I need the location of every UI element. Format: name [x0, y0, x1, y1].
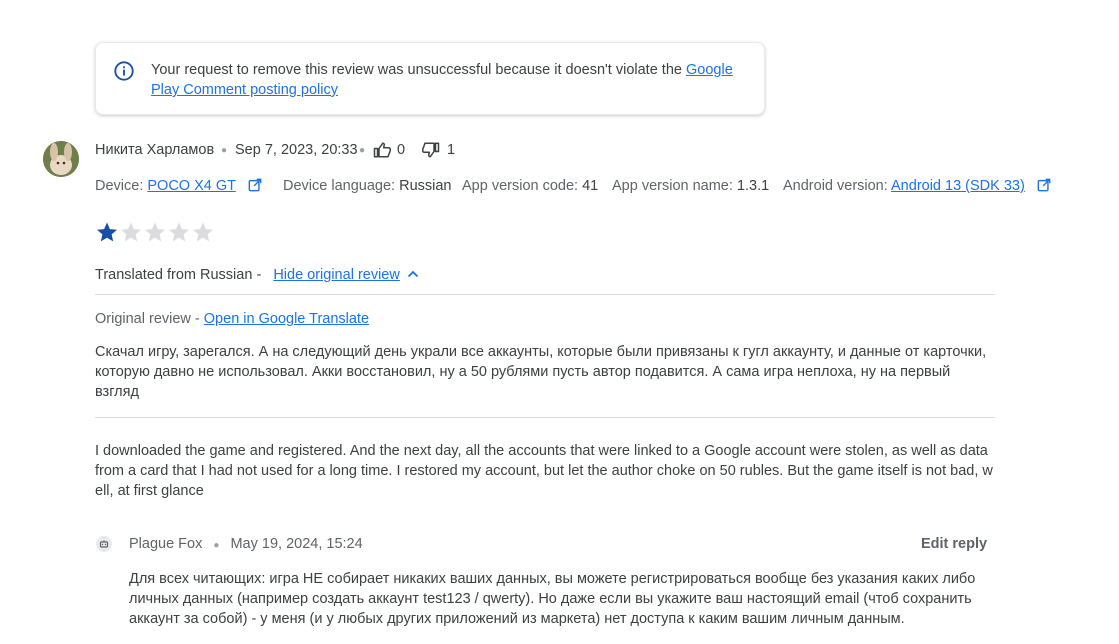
app-version-code: App version code: 41: [462, 177, 598, 195]
open-translate-link[interactable]: Open in Google Translate: [204, 311, 369, 327]
developer-icon: [96, 536, 112, 552]
android-version-link[interactable]: Android 13 (SDK 33): [891, 178, 1025, 194]
review-date: Sep 7, 2023, 20:33: [235, 142, 358, 158]
open-external-icon[interactable]: [248, 178, 262, 192]
app-version-code-value: 41: [582, 178, 599, 194]
reply-text: Для всех читающих: игра НЕ собирает ника…: [129, 571, 976, 627]
avatar: [43, 141, 79, 177]
edit-reply-button[interactable]: Edit reply: [921, 535, 987, 553]
star-empty-icon: [121, 222, 141, 242]
separator-dot: ●: [213, 540, 220, 551]
translation-row: Translated from Russian - Hide original …: [95, 266, 419, 284]
thumbs-down-icon[interactable]: [422, 141, 440, 159]
device-link[interactable]: POCO X4 GT: [147, 178, 235, 194]
chevron-up-icon[interactable]: [407, 268, 419, 280]
original-review-text: Скачал игру, зарегался. А на следующий д…: [95, 344, 987, 400]
original-review-label: Original review -: [95, 311, 200, 327]
thumbs-down-count: 1: [447, 142, 456, 158]
star-empty-icon: [193, 222, 213, 242]
notice-text: Your request to remove this review was u…: [151, 62, 686, 78]
device-label: Device:: [95, 178, 144, 194]
notice-card: Your request to remove this review was u…: [95, 42, 765, 115]
translated-review-text: I downloaded the game and registered. An…: [95, 443, 993, 499]
app-version-name: App version name: 1.3.1: [612, 177, 769, 195]
android-version-label: Android version:: [783, 178, 888, 194]
thumbs-up-icon[interactable]: [373, 141, 391, 159]
separator-dot: ●: [359, 145, 366, 156]
device-language: Device language: Russian: [283, 177, 451, 195]
device-language-label: Device language:: [283, 178, 396, 194]
app-version-code-label: App version code:: [462, 178, 579, 194]
notice-message: Your request to remove this review was u…: [151, 60, 751, 100]
info-icon: [114, 61, 134, 81]
star-rating: [95, 220, 215, 249]
reply-author: Plague Fox: [129, 536, 203, 552]
hide-original-link[interactable]: Hide original review: [273, 267, 400, 283]
thumbs-up-count: 0: [397, 142, 406, 158]
open-external-icon[interactable]: [1037, 178, 1051, 192]
star-empty-icon: [169, 222, 189, 242]
star-filled-icon: [97, 222, 117, 242]
device-info: Device: POCO X4 GT: [95, 177, 262, 195]
original-review-row: Original review - Open in Google Transla…: [95, 310, 369, 328]
device-language-value: Russian: [399, 178, 452, 194]
divider: [95, 294, 995, 295]
review-author: Никита Харламов: [95, 142, 215, 158]
reply-meta: Plague Fox ● May 19, 2024, 15:24: [129, 535, 363, 555]
translated-from-label: Translated from Russian -: [95, 267, 262, 283]
separator-dot: ●: [221, 145, 228, 156]
app-version-name-label: App version name:: [612, 178, 733, 194]
star-empty-icon: [145, 222, 165, 242]
app-version-name-value: 1.3.1: [736, 178, 770, 194]
divider: [95, 417, 995, 418]
android-version: Android version: Android 13 (SDK 33): [783, 177, 1051, 195]
reply-date: May 19, 2024, 15:24: [230, 536, 363, 552]
